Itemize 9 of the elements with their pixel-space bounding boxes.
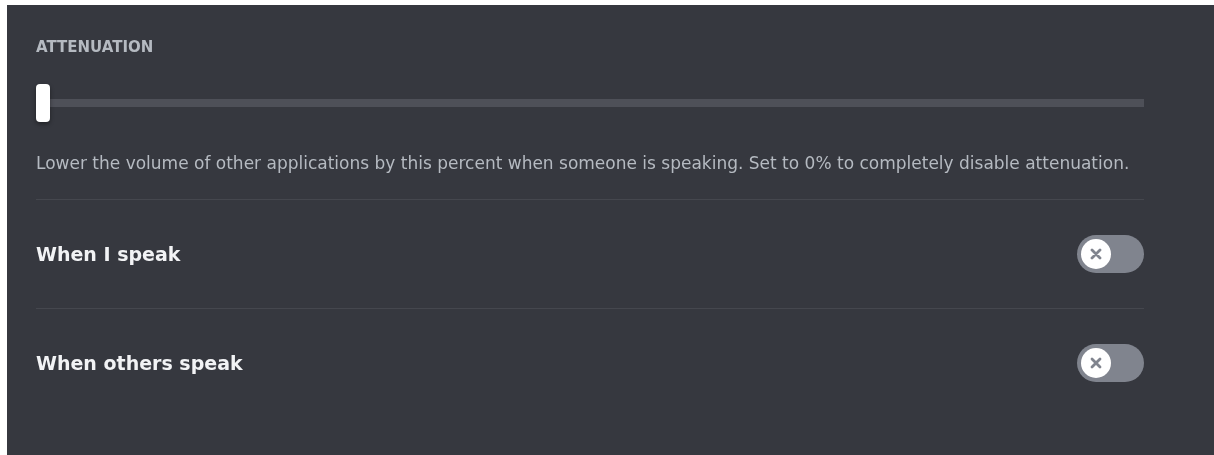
toggle-label: When others speak — [36, 352, 243, 374]
slider-thumb[interactable] — [36, 84, 50, 122]
toggle-switch[interactable] — [1077, 235, 1144, 273]
close-icon — [1090, 357, 1102, 369]
toggle-switch[interactable] — [1077, 344, 1144, 382]
close-icon — [1090, 248, 1102, 260]
toggle-label: When I speak — [36, 243, 181, 265]
description-text: Lower the volume of other applications by this percent when someone is speaking. Set to 0% to completely disable attenuation. — [36, 148, 1144, 200]
section-heading: ATTENUATION — [36, 37, 155, 57]
